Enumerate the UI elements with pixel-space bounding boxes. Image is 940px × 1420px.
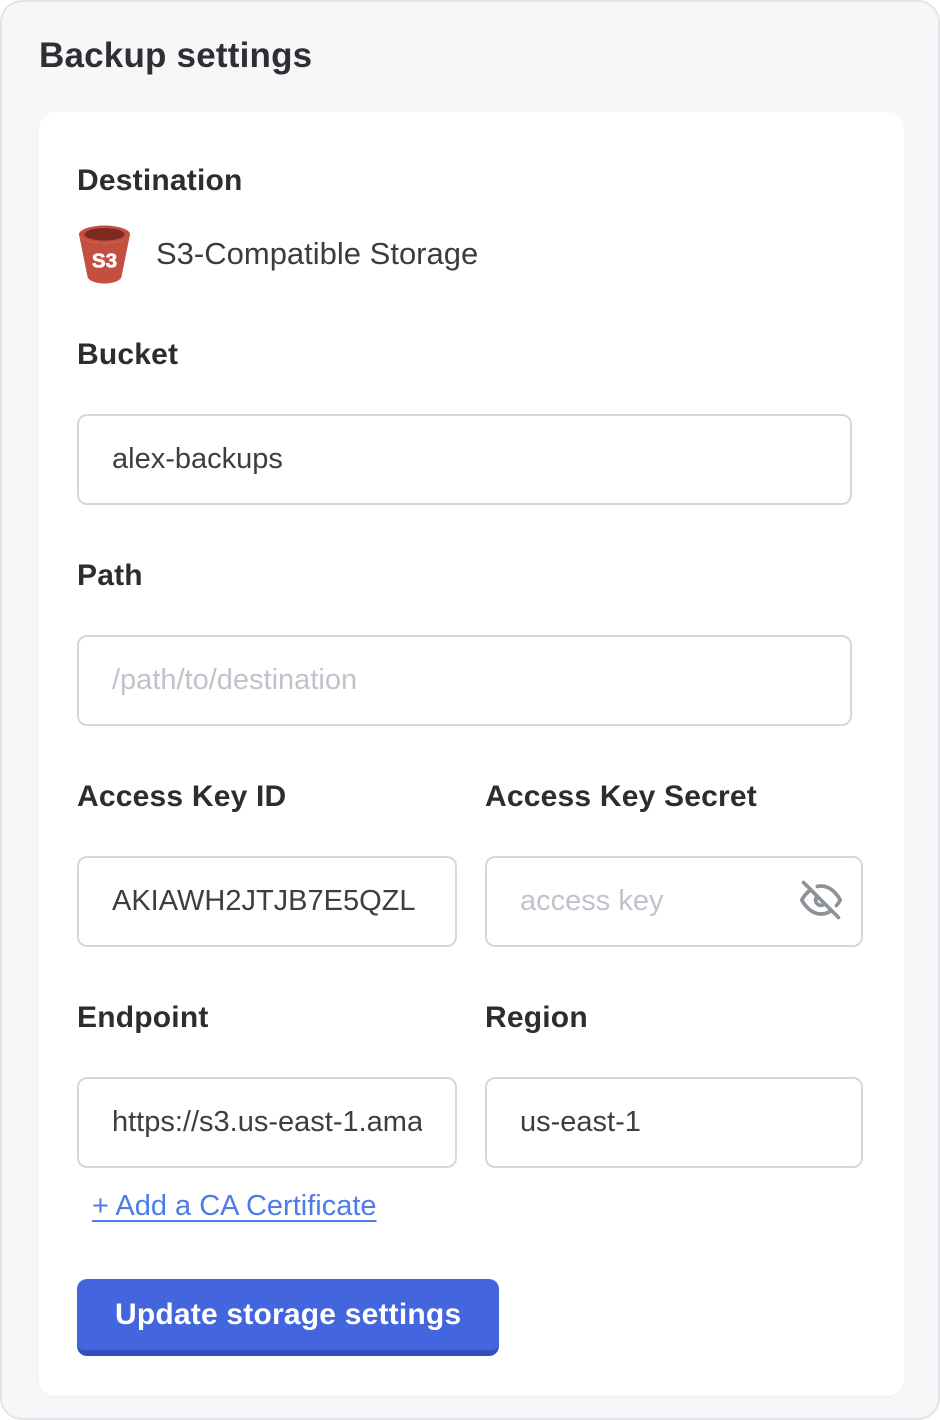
endpoint-input[interactable] xyxy=(77,1077,457,1168)
path-label: Path xyxy=(77,559,854,593)
update-storage-settings-button[interactable]: Update storage settings xyxy=(77,1279,499,1356)
toggle-secret-visibility-button[interactable] xyxy=(799,880,843,924)
page-title: Backup settings xyxy=(39,36,901,76)
backup-settings-card: Destination S3 S3-Compatible Storage Buc… xyxy=(39,112,904,1396)
add-ca-certificate-link[interactable]: + Add a CA Certificate xyxy=(92,1190,377,1223)
backup-settings-screen: Backup settings Destination S3 S3-Compat… xyxy=(0,0,940,1420)
destination-label: Destination xyxy=(77,164,854,198)
eye-off-icon xyxy=(800,879,842,924)
endpoint-label: Endpoint xyxy=(77,1001,457,1035)
access-key-inputs-row xyxy=(77,856,854,947)
destination-row: S3 S3-Compatible Storage xyxy=(77,224,854,284)
bucket-input[interactable] xyxy=(77,414,852,505)
access-key-id-label: Access Key ID xyxy=(77,780,457,814)
endpoint-region-labels-row: Endpoint Region xyxy=(77,1001,854,1035)
access-key-labels-row: Access Key ID Access Key Secret xyxy=(77,780,854,814)
access-key-secret-wrap xyxy=(485,856,863,947)
region-input[interactable] xyxy=(485,1077,863,1168)
access-key-secret-label: Access Key Secret xyxy=(485,780,863,814)
endpoint-region-inputs-row xyxy=(77,1077,854,1168)
s3-bucket-icon: S3 xyxy=(77,224,132,284)
access-key-id-input[interactable] xyxy=(77,856,457,947)
path-input[interactable] xyxy=(77,635,852,726)
region-label: Region xyxy=(485,1001,863,1035)
destination-value: S3-Compatible Storage xyxy=(156,236,478,272)
bucket-label: Bucket xyxy=(77,338,854,372)
svg-text:S3: S3 xyxy=(92,250,117,273)
